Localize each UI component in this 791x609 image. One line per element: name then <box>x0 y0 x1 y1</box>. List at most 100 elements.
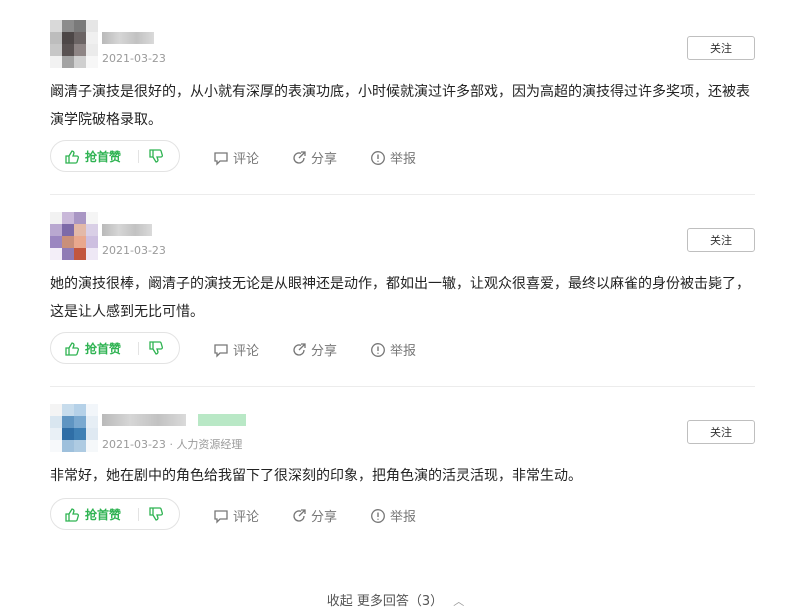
answer-item: 2021-03-23 · 人力资源经理 关注 非常好，她在剧中的角色给我留下了很… <box>50 398 755 548</box>
avatar-pixel <box>50 440 62 452</box>
answer-date: 2021-03-23 <box>102 438 166 451</box>
thumbs-up-icon <box>65 149 79 164</box>
comment-icon <box>214 343 228 358</box>
avatar-pixel <box>74 20 86 32</box>
username-blurred[interactable] <box>102 414 186 426</box>
avatar-pixel <box>86 32 98 44</box>
share-button[interactable]: 分享 <box>291 340 337 359</box>
avatar-pixel <box>62 56 74 68</box>
follow-button[interactable]: 关注 <box>687 420 755 444</box>
vote-up-button[interactable]: 抢首赞 <box>65 340 121 357</box>
share-label: 分享 <box>311 510 338 525</box>
avatar-pixel <box>74 32 86 44</box>
report-label: 举报 <box>390 510 417 525</box>
avatar-pixel <box>50 212 62 224</box>
vote-down-button[interactable] <box>149 506 163 525</box>
avatar-pixel <box>62 428 74 440</box>
thumbs-down-icon <box>149 341 163 355</box>
answer-content: 阚清子演技是很好的，从小就有深厚的表演功底，小时候就演过许多部戏，因为高超的演技… <box>50 84 750 128</box>
thumbs-up-icon <box>65 341 79 356</box>
avatar-pixel <box>62 20 74 32</box>
avatar-pixel <box>86 428 98 440</box>
username-blurred[interactable] <box>102 224 152 236</box>
avatar-pixel <box>86 248 98 260</box>
thumbs-down-icon <box>149 149 163 163</box>
avatar-pixel <box>86 20 98 32</box>
vote-group: 抢首赞 <box>50 140 180 172</box>
avatar-pixel <box>62 224 74 236</box>
vote-up-button[interactable]: 抢首赞 <box>65 506 121 523</box>
avatar-pixel <box>62 416 74 428</box>
vote-up-button[interactable]: 抢首赞 <box>65 148 121 165</box>
avatar-pixel <box>50 248 62 260</box>
comment-button[interactable]: 评论 <box>213 148 259 167</box>
avatar-pixel <box>74 404 86 416</box>
avatar-pixel <box>74 236 86 248</box>
share-icon <box>293 150 306 164</box>
vote-down-button[interactable] <box>149 340 163 359</box>
avatar[interactable] <box>50 20 98 68</box>
comment-button[interactable]: 评论 <box>213 340 259 359</box>
avatar-pixel <box>86 416 98 428</box>
collapse-more-answers[interactable]: 收起 更多回答（3） ︿ <box>0 590 791 609</box>
report-icon <box>371 150 385 165</box>
answer-actions: 抢首赞 评论 分享 举报 <box>50 140 755 174</box>
answer-meta: 2021-03-23 · 人力资源经理 <box>102 436 242 452</box>
avatar-pixel <box>62 248 74 260</box>
comment-icon <box>214 509 228 524</box>
report-button[interactable]: 举报 <box>370 506 416 525</box>
report-icon <box>371 342 385 357</box>
report-icon <box>371 508 385 523</box>
avatar-pixel <box>86 56 98 68</box>
avatar-pixel <box>50 416 62 428</box>
avatar-pixel <box>74 56 86 68</box>
answer-content: 她的演技很棒，阚清子的演技无论是从眼神还是动作，都如出一辙，让观众很喜爱，最终以… <box>50 276 750 320</box>
avatar-pixel <box>74 44 86 56</box>
chevron-up-icon: ︿ <box>453 595 465 608</box>
answer-item: 2021-03-23 关注 阚清子演技是很好的，从小就有深厚的表演功底，小时候就… <box>50 14 755 184</box>
job-title: 人力资源经理 <box>176 438 243 451</box>
avatar-pixel <box>86 224 98 236</box>
follow-button[interactable]: 关注 <box>687 36 755 60</box>
vote-down-button[interactable] <box>149 148 163 167</box>
share-button[interactable]: 分享 <box>291 506 337 525</box>
comment-label: 评论 <box>233 510 260 525</box>
comment-label: 评论 <box>233 152 260 167</box>
report-button[interactable]: 举报 <box>370 340 416 359</box>
avatar-pixel <box>50 32 62 44</box>
vote-up-label: 抢首赞 <box>85 342 122 356</box>
avatar-pixel <box>50 20 62 32</box>
avatar[interactable] <box>50 212 98 260</box>
thumbs-down-icon <box>149 507 163 521</box>
avatar-pixel <box>74 416 86 428</box>
report-button[interactable]: 举报 <box>370 148 416 167</box>
avatar-pixel <box>74 224 86 236</box>
comment-label: 评论 <box>233 344 260 359</box>
avatar-pixel <box>62 440 74 452</box>
vote-divider <box>138 508 139 521</box>
share-button[interactable]: 分享 <box>291 148 337 167</box>
avatar-pixel <box>50 224 62 236</box>
vote-up-label: 抢首赞 <box>85 150 122 164</box>
collapse-label: 收起 更多回答（3） <box>326 594 444 609</box>
answer-date: 2021-03-23 <box>102 52 166 65</box>
avatar-pixel <box>50 236 62 248</box>
answer-divider <box>50 386 755 387</box>
follow-button[interactable]: 关注 <box>687 228 755 252</box>
avatar-pixel <box>86 212 98 224</box>
vote-divider <box>138 342 139 355</box>
comment-icon <box>214 151 228 166</box>
answer-date: 2021-03-23 <box>102 244 166 257</box>
avatar-pixel <box>62 44 74 56</box>
avatar-pixel <box>62 404 74 416</box>
avatar[interactable] <box>50 404 98 452</box>
avatar-pixel <box>50 56 62 68</box>
avatar-pixel <box>50 44 62 56</box>
answer-content: 非常好，她在剧中的角色给我留下了很深刻的印象，把角色演的活灵活现，非常生动。 <box>50 468 582 484</box>
comment-button[interactable]: 评论 <box>213 506 259 525</box>
vote-divider <box>138 150 139 163</box>
answer-actions: 抢首赞 评论 分享 举报 <box>50 332 755 366</box>
username-blurred[interactable] <box>102 32 154 44</box>
share-label: 分享 <box>311 344 338 359</box>
share-label: 分享 <box>311 152 338 167</box>
